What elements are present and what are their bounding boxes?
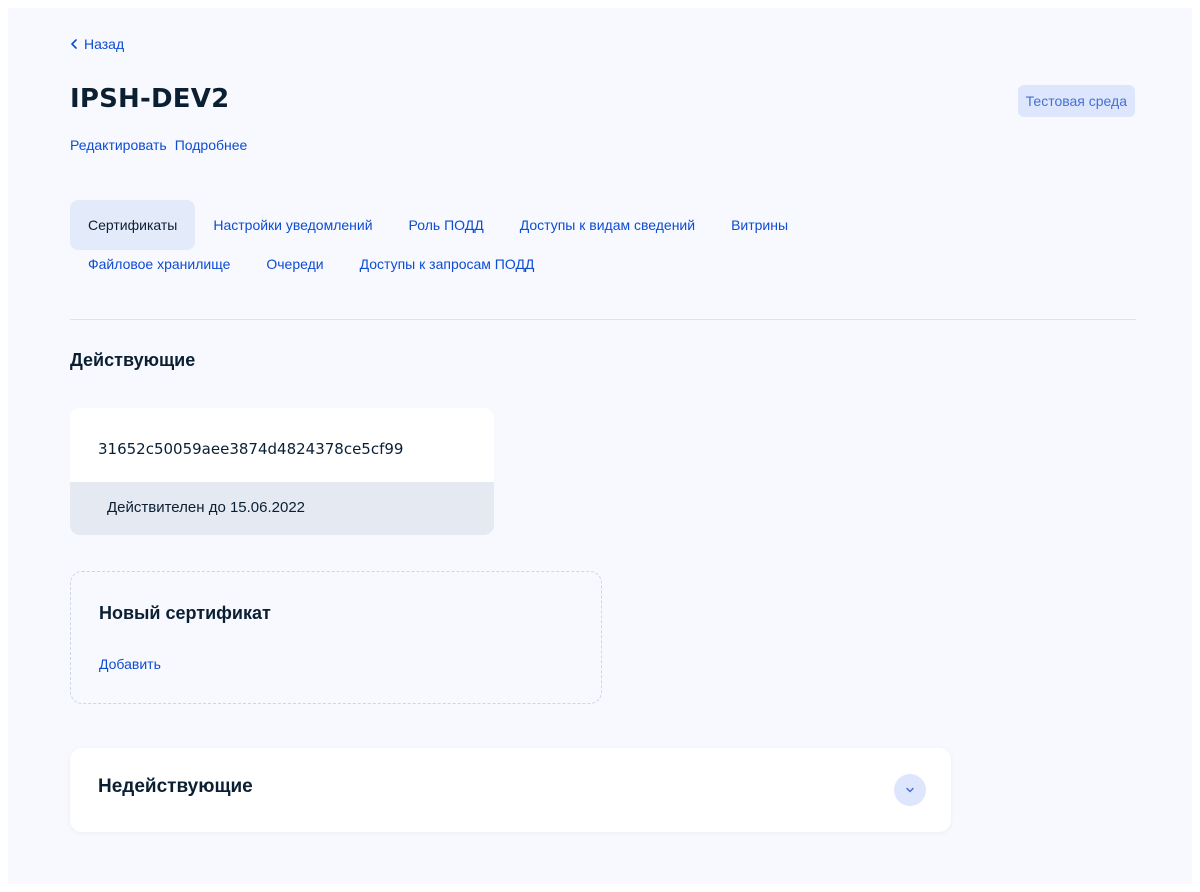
chevron-down-icon [906, 787, 914, 793]
tabs-divider [70, 319, 1136, 320]
chevron-left-icon [71, 39, 77, 49]
page: Назад IPSH-DEV2 Редактировать Подробнее … [8, 8, 1192, 884]
details-link[interactable]: Подробнее [175, 137, 248, 153]
certificate-validity: Действителен до 15.06.2022 [70, 482, 494, 535]
tab-certificates[interactable]: Сертификаты [70, 200, 196, 250]
back-label: Назад [84, 36, 125, 52]
add-certificate-link[interactable]: Добавить [99, 656, 161, 672]
environment-badge: Тестовая среда [1017, 85, 1135, 117]
tab-podd-role[interactable]: Роль ПОДД [391, 200, 502, 250]
page-title: IPSH-DEV2 [70, 84, 230, 114]
edit-link[interactable]: Редактировать [70, 137, 167, 153]
tab-showcases[interactable]: Витрины [713, 200, 806, 250]
tab-notification-settings[interactable]: Настройки уведомлений [195, 200, 390, 250]
certificate-card[interactable]: 31652c50059aee3874d4824378ce5cf99 Действ… [70, 408, 494, 535]
tab-file-storage[interactable]: Файловое хранилище [70, 244, 248, 284]
tab-queues[interactable]: Очереди [248, 244, 341, 284]
inactive-section-title: Недействующие [98, 776, 253, 797]
active-section-title: Действующие [70, 350, 196, 370]
expand-button[interactable] [894, 774, 926, 806]
new-certificate-title: Новый сертификат [99, 603, 271, 623]
inactive-section[interactable]: Недействующие [70, 748, 951, 832]
new-certificate-card: Новый сертификат Добавить [70, 571, 602, 704]
tab-data-access[interactable]: Доступы к видам сведений [502, 200, 713, 250]
tab-row-1: Сертификаты Настройки уведомлений Роль П… [70, 200, 1136, 250]
title-links: Редактировать Подробнее [70, 137, 247, 153]
back-link[interactable]: Назад [70, 36, 124, 52]
tab-row-2: Файловое хранилище Очереди Доступы к зап… [70, 244, 1136, 284]
tabs: Сертификаты Настройки уведомлений Роль П… [70, 200, 1136, 284]
certificate-id: 31652c50059aee3874d4824378ce5cf99 [98, 440, 404, 458]
tab-podd-requests-access[interactable]: Доступы к запросам ПОДД [342, 244, 553, 284]
